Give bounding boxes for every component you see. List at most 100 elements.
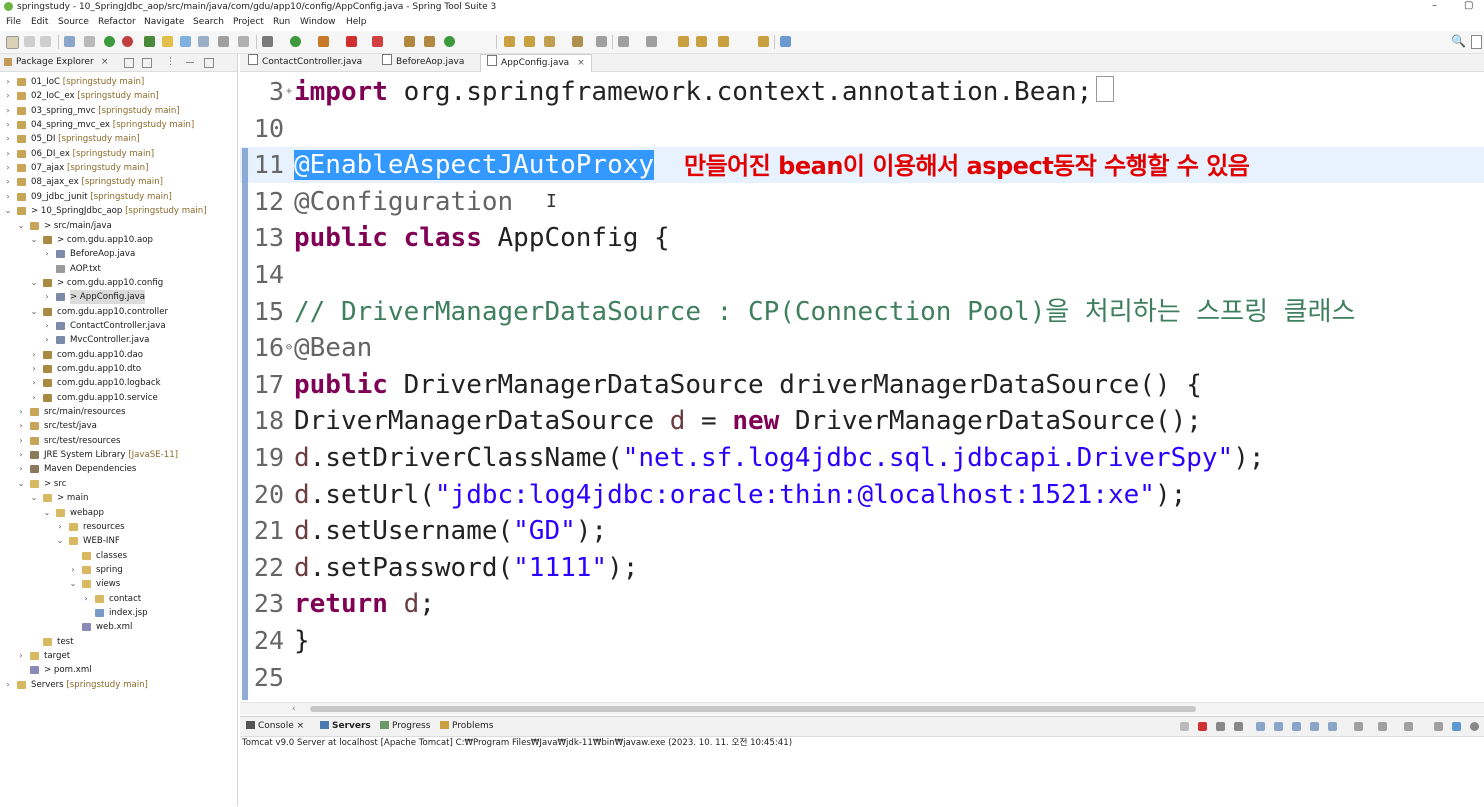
external-browser-icon[interactable]: [780, 36, 791, 47]
tree-item[interactable]: › 01_IoC [springstudy main]: [0, 75, 237, 89]
tab-problems[interactable]: Problems: [440, 717, 493, 736]
collapsed-chevron-icon[interactable]: ›: [17, 419, 25, 433]
back-icon[interactable]: [696, 36, 707, 47]
code-line[interactable]: 25: [240, 660, 1484, 696]
code-line[interactable]: 21 d.setUsername("GD");: [240, 513, 1484, 549]
remove-all-icon[interactable]: [1234, 722, 1243, 731]
tree-item[interactable]: › com.gdu.app10.dto: [0, 362, 237, 376]
collapsed-chevron-icon[interactable]: ›: [4, 678, 12, 692]
tree-item[interactable]: ⌄ > com.gdu.app10.aop: [0, 233, 237, 247]
forward-icon[interactable]: [718, 36, 729, 47]
settings-icon[interactable]: [1470, 722, 1479, 731]
tab-contactcontroller[interactable]: ContactController.java: [248, 54, 362, 71]
tree-item[interactable]: › 03_spring_mvc [springstudy main]: [0, 104, 237, 118]
tree-item[interactable]: index.jsp: [0, 606, 237, 620]
maximize-view-icon[interactable]: [1452, 722, 1461, 731]
stop-server-icon[interactable]: [122, 36, 133, 47]
new-package-icon[interactable]: [424, 36, 435, 47]
horizontal-scrollbar[interactable]: ‹: [240, 702, 1484, 715]
collapsed-chevron-icon[interactable]: ›: [17, 405, 25, 419]
tree-item[interactable]: test: [0, 635, 237, 649]
tab-console[interactable]: Console ×: [246, 717, 304, 736]
run-icon[interactable]: [290, 36, 301, 47]
tree-item[interactable]: › src/main/resources: [0, 405, 237, 419]
new-console-icon[interactable]: [1404, 722, 1413, 731]
pen-icon[interactable]: [544, 36, 555, 47]
collapsed-chevron-icon[interactable]: ›: [4, 147, 12, 161]
tree-item[interactable]: ⌄ > main: [0, 491, 237, 505]
code-line[interactable]: 17 public DriverManagerDataSource driver…: [240, 367, 1484, 403]
start-server-icon[interactable]: [104, 36, 115, 47]
menu-run[interactable]: Run: [273, 14, 290, 30]
collapsed-imports-icon[interactable]: [1096, 76, 1115, 102]
tree-item[interactable]: › MvcController.java: [0, 333, 237, 347]
expanded-chevron-icon[interactable]: ⌄: [4, 204, 12, 218]
link-with-editor-icon[interactable]: [142, 58, 152, 68]
remove-launch-icon[interactable]: [1216, 722, 1225, 731]
collapsed-chevron-icon[interactable]: ›: [69, 563, 77, 577]
filter-icon[interactable]: ⋮: [166, 58, 175, 67]
collapsed-chevron-icon[interactable]: ›: [4, 89, 12, 103]
terminate-icon[interactable]: [1198, 722, 1207, 731]
collapsed-chevron-icon[interactable]: ›: [43, 319, 51, 333]
tree-item[interactable]: classes: [0, 549, 237, 563]
restore-button[interactable]: ▢: [1464, 0, 1473, 12]
tree-item[interactable]: > pom.xml: [0, 663, 237, 677]
new-java-project-icon[interactable]: [404, 36, 415, 47]
tree-item[interactable]: › Servers [springstudy main]: [0, 678, 237, 692]
code-line[interactable]: 14: [240, 257, 1484, 293]
menu-navigate[interactable]: Navigate: [144, 14, 184, 30]
close-tab-icon[interactable]: ×: [577, 58, 585, 68]
code-line[interactable]: 13 public class AppConfig {: [240, 220, 1484, 256]
next-annotation-icon[interactable]: [618, 36, 629, 47]
code-line[interactable]: 18 DriverManagerDataSource d = new Drive…: [240, 403, 1484, 439]
collapsed-chevron-icon[interactable]: ›: [30, 376, 38, 390]
collapsed-chevron-icon[interactable]: ›: [43, 290, 51, 304]
tab-beforeaop[interactable]: BeforeAop.java: [382, 54, 464, 71]
expanded-chevron-icon[interactable]: ⌄: [30, 305, 38, 319]
package-explorer-title[interactable]: Package Explorer: [16, 54, 94, 71]
collapsed-chevron-icon[interactable]: ›: [43, 333, 51, 347]
tree-item[interactable]: › target: [0, 649, 237, 663]
coverage-icon[interactable]: [318, 36, 329, 47]
tree-item[interactable]: › 07_ajax [springstudy main]: [0, 161, 237, 175]
open-type-icon[interactable]: [180, 36, 191, 47]
spring-icon[interactable]: [144, 36, 155, 47]
tree-item[interactable]: › > AppConfig.java: [0, 290, 237, 305]
tree-item[interactable]: › 05_DI [springstudy main]: [0, 132, 237, 146]
expanded-chevron-icon[interactable]: ⌄: [43, 506, 51, 520]
expanded-chevron-icon[interactable]: ⌄: [17, 477, 25, 491]
code-line[interactable]: 10: [240, 111, 1484, 147]
collapsed-chevron-icon[interactable]: ›: [4, 190, 12, 204]
collapsed-chevron-icon[interactable]: ›: [4, 161, 12, 175]
tree-item[interactable]: ⌄ webapp: [0, 506, 237, 520]
fold-toggle-icon[interactable]: ⊖: [286, 330, 292, 366]
debug-icon[interactable]: [262, 36, 273, 47]
prev-annotation-icon[interactable]: [646, 36, 657, 47]
new-icon[interactable]: [6, 36, 19, 49]
open-folder-icon[interactable]: [504, 36, 515, 47]
search-file-icon[interactable]: [572, 36, 583, 47]
expanded-chevron-icon[interactable]: ⌄: [56, 534, 64, 548]
collapsed-chevron-icon[interactable]: ›: [30, 348, 38, 362]
pin-console-icon[interactable]: [1328, 722, 1337, 731]
code-line[interactable]: 19 d.setDriverClassName("net.sf.log4jdbc…: [240, 440, 1484, 476]
show-on-error-icon[interactable]: [1310, 722, 1319, 731]
word-wrap-icon[interactable]: [1274, 722, 1283, 731]
open-console-icon[interactable]: [1354, 722, 1363, 731]
scroll-lock-icon[interactable]: [1256, 722, 1265, 731]
open-file-icon[interactable]: [524, 36, 535, 47]
new-class-icon[interactable]: [444, 36, 455, 47]
scroll-left-icon[interactable]: ‹: [292, 703, 296, 715]
save-all-icon[interactable]: [40, 36, 51, 47]
tree-item[interactable]: › contact: [0, 592, 237, 606]
show-whitespace-icon[interactable]: [218, 36, 229, 47]
tree-item[interactable]: › Maven Dependencies: [0, 462, 237, 476]
expanded-chevron-icon[interactable]: ⌄: [30, 276, 38, 290]
tree-item[interactable]: › com.gdu.app10.dao: [0, 348, 237, 362]
tree-item[interactable]: › JRE System Library [JavaSE-11]: [0, 448, 237, 462]
expanded-chevron-icon[interactable]: ⌄: [30, 491, 38, 505]
pin-icon[interactable]: [758, 36, 769, 47]
tree-item[interactable]: ⌄ > src: [0, 477, 237, 491]
menu-help[interactable]: Help: [346, 14, 367, 30]
